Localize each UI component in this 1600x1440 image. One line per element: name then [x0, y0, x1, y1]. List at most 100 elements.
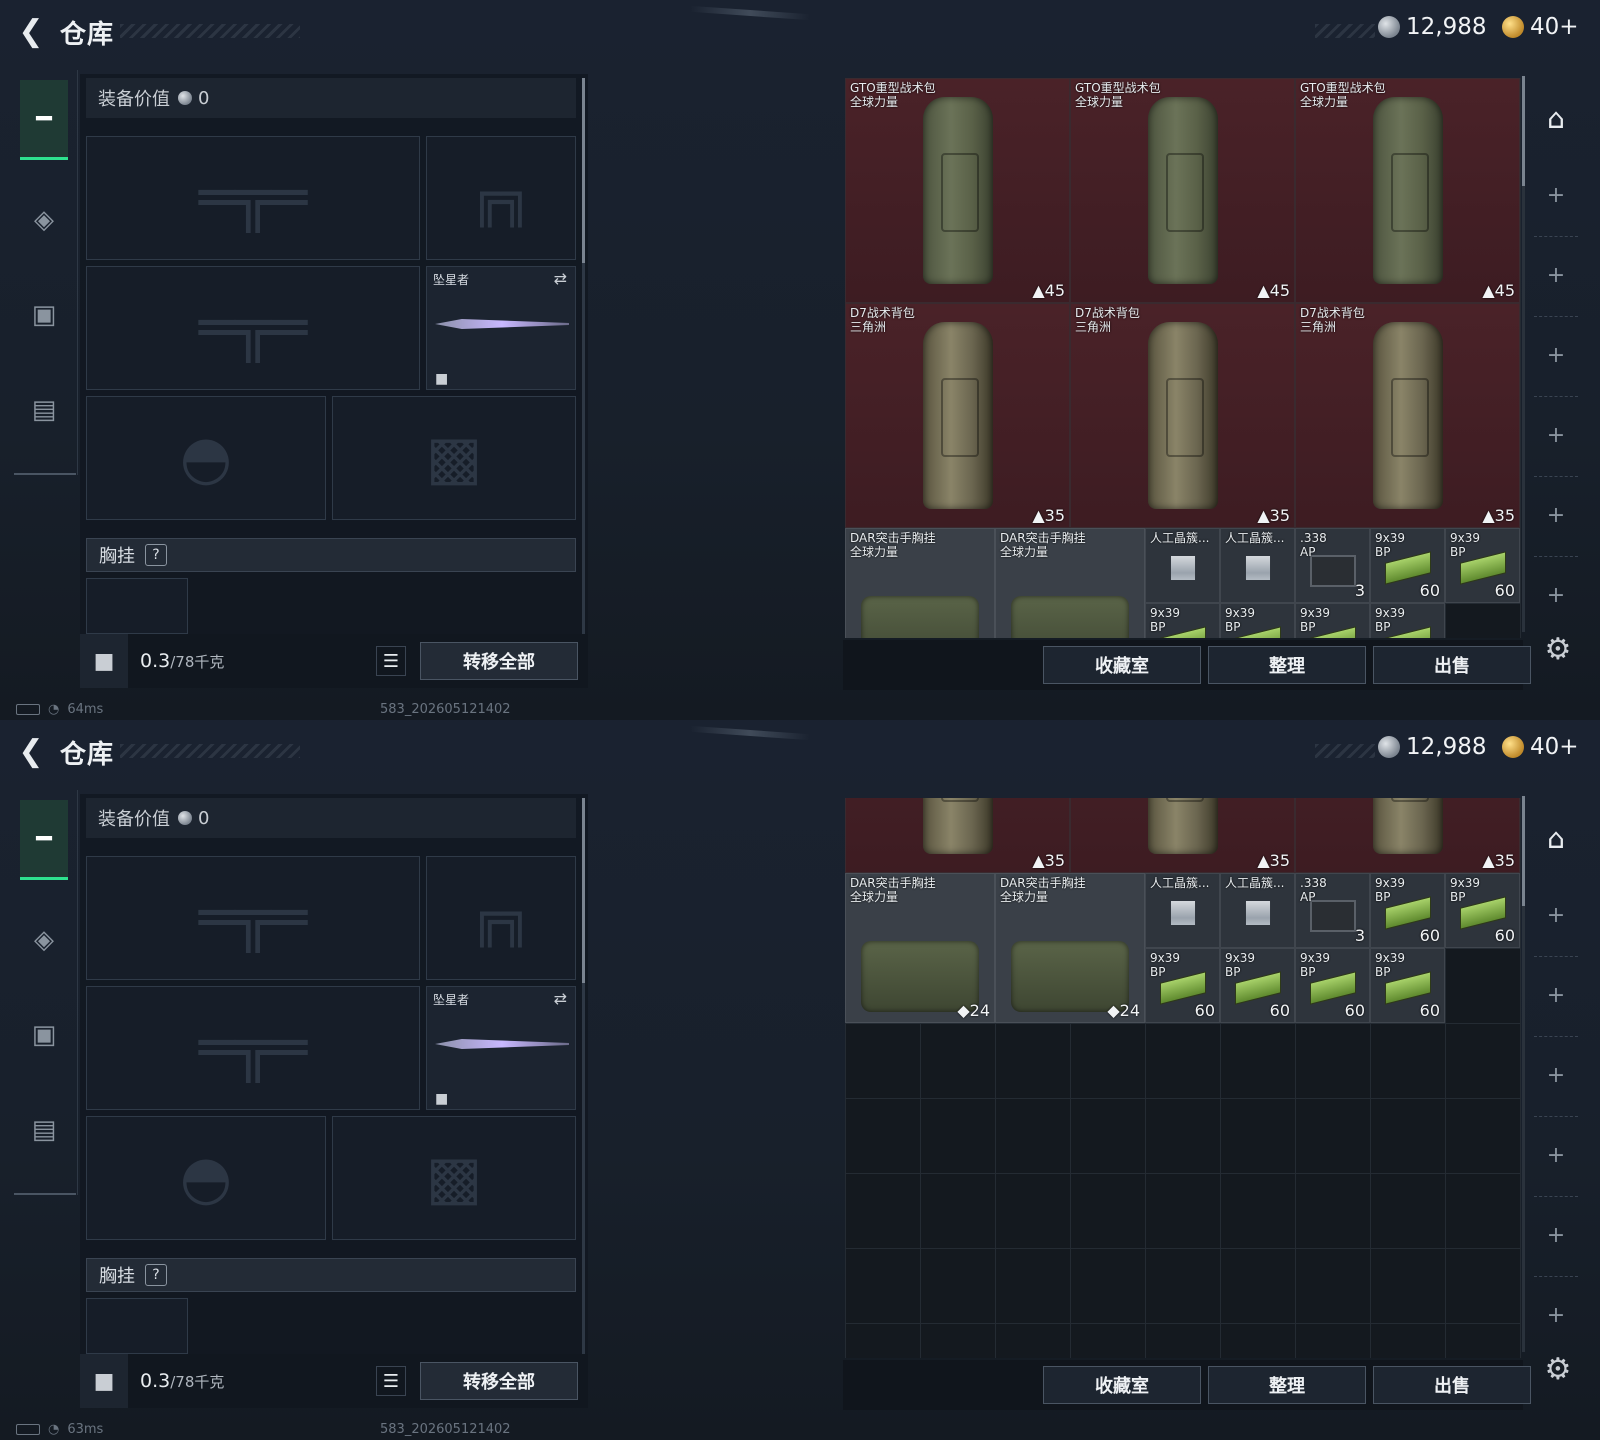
silver-coin-icon [1378, 16, 1400, 38]
secondary-weapon-slot[interactable]: ═╦═ [86, 266, 420, 390]
rail-divider [1534, 476, 1578, 477]
tab-armor[interactable]: ◈ [20, 900, 68, 980]
grid-item[interactable]: 9x39 BP 60 [1220, 948, 1295, 1023]
add-storage-icon[interactable]: + [1546, 265, 1566, 287]
gear-icon[interactable]: ⚙ [1540, 632, 1576, 668]
list-view-icon[interactable]: ☰ [376, 646, 406, 676]
grid-item[interactable]: 9x39 BP [1220, 603, 1295, 638]
add-storage-icon[interactable]: + [1546, 1145, 1566, 1167]
storage-scrollbar[interactable] [1522, 796, 1525, 1352]
tab-armor[interactable]: ◈ [20, 180, 68, 260]
add-storage-icon[interactable]: + [1546, 425, 1566, 447]
pistol-slot[interactable]: ╔╗ [426, 856, 576, 980]
grid-item[interactable]: D7战术背包 三角洲 ▲35 [845, 303, 1070, 528]
primary-weapon-slot[interactable]: ═╦═ [86, 856, 420, 980]
chest-rig-slot[interactable] [86, 578, 188, 634]
body-armor-slot[interactable]: ▩ [332, 396, 576, 520]
add-storage-icon[interactable]: + [1546, 1065, 1566, 1087]
grid-item[interactable]: GTO重型战术包 全球力量 ▲45 [1295, 78, 1520, 303]
add-storage-icon[interactable]: + [1546, 1225, 1566, 1247]
storage-rail: ⌂ + + + + + + [1522, 794, 1586, 1354]
swap-icon[interactable]: ⇄ [554, 989, 567, 1008]
chest-rig-slot[interactable] [86, 1298, 188, 1354]
tab-tools[interactable]: ▤ [20, 370, 68, 450]
grid-item[interactable]: GTO重型战术包 全球力量 ▲45 [845, 78, 1070, 303]
grid-item[interactable]: 9x39 BP [1370, 603, 1445, 638]
add-storage-icon[interactable]: + [1546, 585, 1566, 607]
tab-weapons[interactable]: ━ [20, 800, 68, 880]
lock-icon[interactable]: ■ [80, 1354, 128, 1408]
tab-tools[interactable]: ▤ [20, 1090, 68, 1170]
grid-item[interactable]: D7战术背包 三角洲 ▲35 [1070, 303, 1295, 528]
melee-slot[interactable]: 坠星者 ⇄ ■ [426, 986, 576, 1110]
add-storage-icon[interactable]: + [1546, 1305, 1566, 1327]
grid-item[interactable]: ▲35 [1295, 798, 1520, 873]
grid-item[interactable]: GTO重型战术包 全球力量 ▲45 [1070, 78, 1295, 303]
help-icon[interactable]: ? [145, 1264, 167, 1286]
helmet-slot[interactable]: ◓ [86, 396, 326, 520]
add-storage-icon[interactable]: + [1546, 905, 1566, 927]
grid-item[interactable]: 9x39 BP [1145, 603, 1220, 638]
grid-item[interactable]: 人工晶簇... [1220, 873, 1295, 948]
grid-item[interactable]: 9x39 BP 60 [1370, 948, 1445, 1023]
ammo-box-image [1309, 900, 1356, 932]
grid-item[interactable]: 9x39 BP 60 [1145, 948, 1220, 1023]
grid-item[interactable]: DAR突击手胸挂 全球力量 ◆24 [845, 873, 995, 1023]
collection-button[interactable]: 收藏室 [1043, 1366, 1201, 1404]
add-storage-icon[interactable]: + [1546, 505, 1566, 527]
add-storage-icon[interactable]: + [1546, 985, 1566, 1007]
equipment-scrollbar[interactable] [582, 798, 585, 1358]
helmet-slot[interactable]: ◓ [86, 1116, 326, 1240]
pistol-slot[interactable]: ╔╗ [426, 136, 576, 260]
grid-item[interactable]: ▲35 [1070, 798, 1295, 873]
grid-item[interactable]: .338 AP 3 [1295, 873, 1370, 948]
grid-item[interactable]: 人工晶簇... [1145, 528, 1220, 603]
gold-currency[interactable]: 40+ [1502, 734, 1579, 760]
melee-slot[interactable]: 坠星者 ⇄ ■ [426, 266, 576, 390]
body-armor-slot[interactable]: ▩ [332, 1116, 576, 1240]
lock-icon[interactable]: ■ [80, 634, 128, 688]
tab-weapons[interactable]: ━ [20, 80, 68, 160]
grid-item[interactable]: DAR突击手胸挂 全球力量 [845, 528, 995, 638]
equipment-scrollbar[interactable] [582, 78, 585, 638]
collection-button[interactable]: 收藏室 [1043, 646, 1201, 684]
grid-item[interactable]: 人工晶簇... [1220, 528, 1295, 603]
transfer-all-button[interactable]: 转移全部 [420, 642, 578, 680]
primary-weapon-slot[interactable]: ═╦═ [86, 136, 420, 260]
gold-currency[interactable]: 40+ [1502, 14, 1579, 40]
grid-item[interactable]: 9x39 BP 60 [1445, 873, 1520, 948]
grid-item[interactable]: 9x39 BP [1295, 603, 1370, 638]
grid-item[interactable]: ▲35 [845, 798, 1070, 873]
session-id: 583_202605121402 [380, 702, 511, 717]
gear-icon[interactable]: ⚙ [1540, 1352, 1576, 1388]
help-icon[interactable]: ? [145, 544, 167, 566]
grid-item[interactable]: 9x39 BP 60 [1370, 528, 1445, 603]
storage-home-icon[interactable]: ⌂ [1534, 816, 1578, 860]
transfer-all-button[interactable]: 转移全部 [420, 1362, 578, 1400]
grid-item[interactable]: .338 AP 3 [1295, 528, 1370, 603]
toolbox-icon: ▤ [31, 395, 57, 425]
grid-item[interactable]: DAR突击手胸挂 全球力量 [995, 528, 1145, 638]
grid-item[interactable]: 9x39 BP 60 [1370, 873, 1445, 948]
backpack-image [922, 96, 993, 285]
tab-backpack[interactable]: ▣ [20, 995, 68, 1075]
sell-button[interactable]: 出售 [1373, 1366, 1531, 1404]
grid-item[interactable]: 人工晶簇... [1145, 873, 1220, 948]
organize-button[interactable]: 整理 [1208, 1366, 1366, 1404]
secondary-weapon-slot[interactable]: ═╦═ [86, 986, 420, 1110]
organize-button[interactable]: 整理 [1208, 646, 1366, 684]
storage-scrollbar[interactable] [1522, 76, 1525, 632]
add-storage-icon[interactable]: + [1546, 345, 1566, 367]
grid-item[interactable]: 9x39 BP 60 [1295, 948, 1370, 1023]
back-arrow-icon[interactable]: ❮ [14, 16, 48, 48]
tab-backpack[interactable]: ▣ [20, 275, 68, 355]
add-storage-icon[interactable]: + [1546, 185, 1566, 207]
sell-button[interactable]: 出售 [1373, 646, 1531, 684]
grid-item[interactable]: DAR突击手胸挂 全球力量 ◆24 [995, 873, 1145, 1023]
list-view-icon[interactable]: ☰ [376, 1366, 406, 1396]
back-arrow-icon[interactable]: ❮ [14, 736, 48, 768]
storage-home-icon[interactable]: ⌂ [1534, 96, 1578, 140]
grid-item[interactable]: 9x39 BP 60 [1445, 528, 1520, 603]
swap-icon[interactable]: ⇄ [554, 269, 567, 288]
grid-item[interactable]: D7战术背包 三角洲 ▲35 [1295, 303, 1520, 528]
